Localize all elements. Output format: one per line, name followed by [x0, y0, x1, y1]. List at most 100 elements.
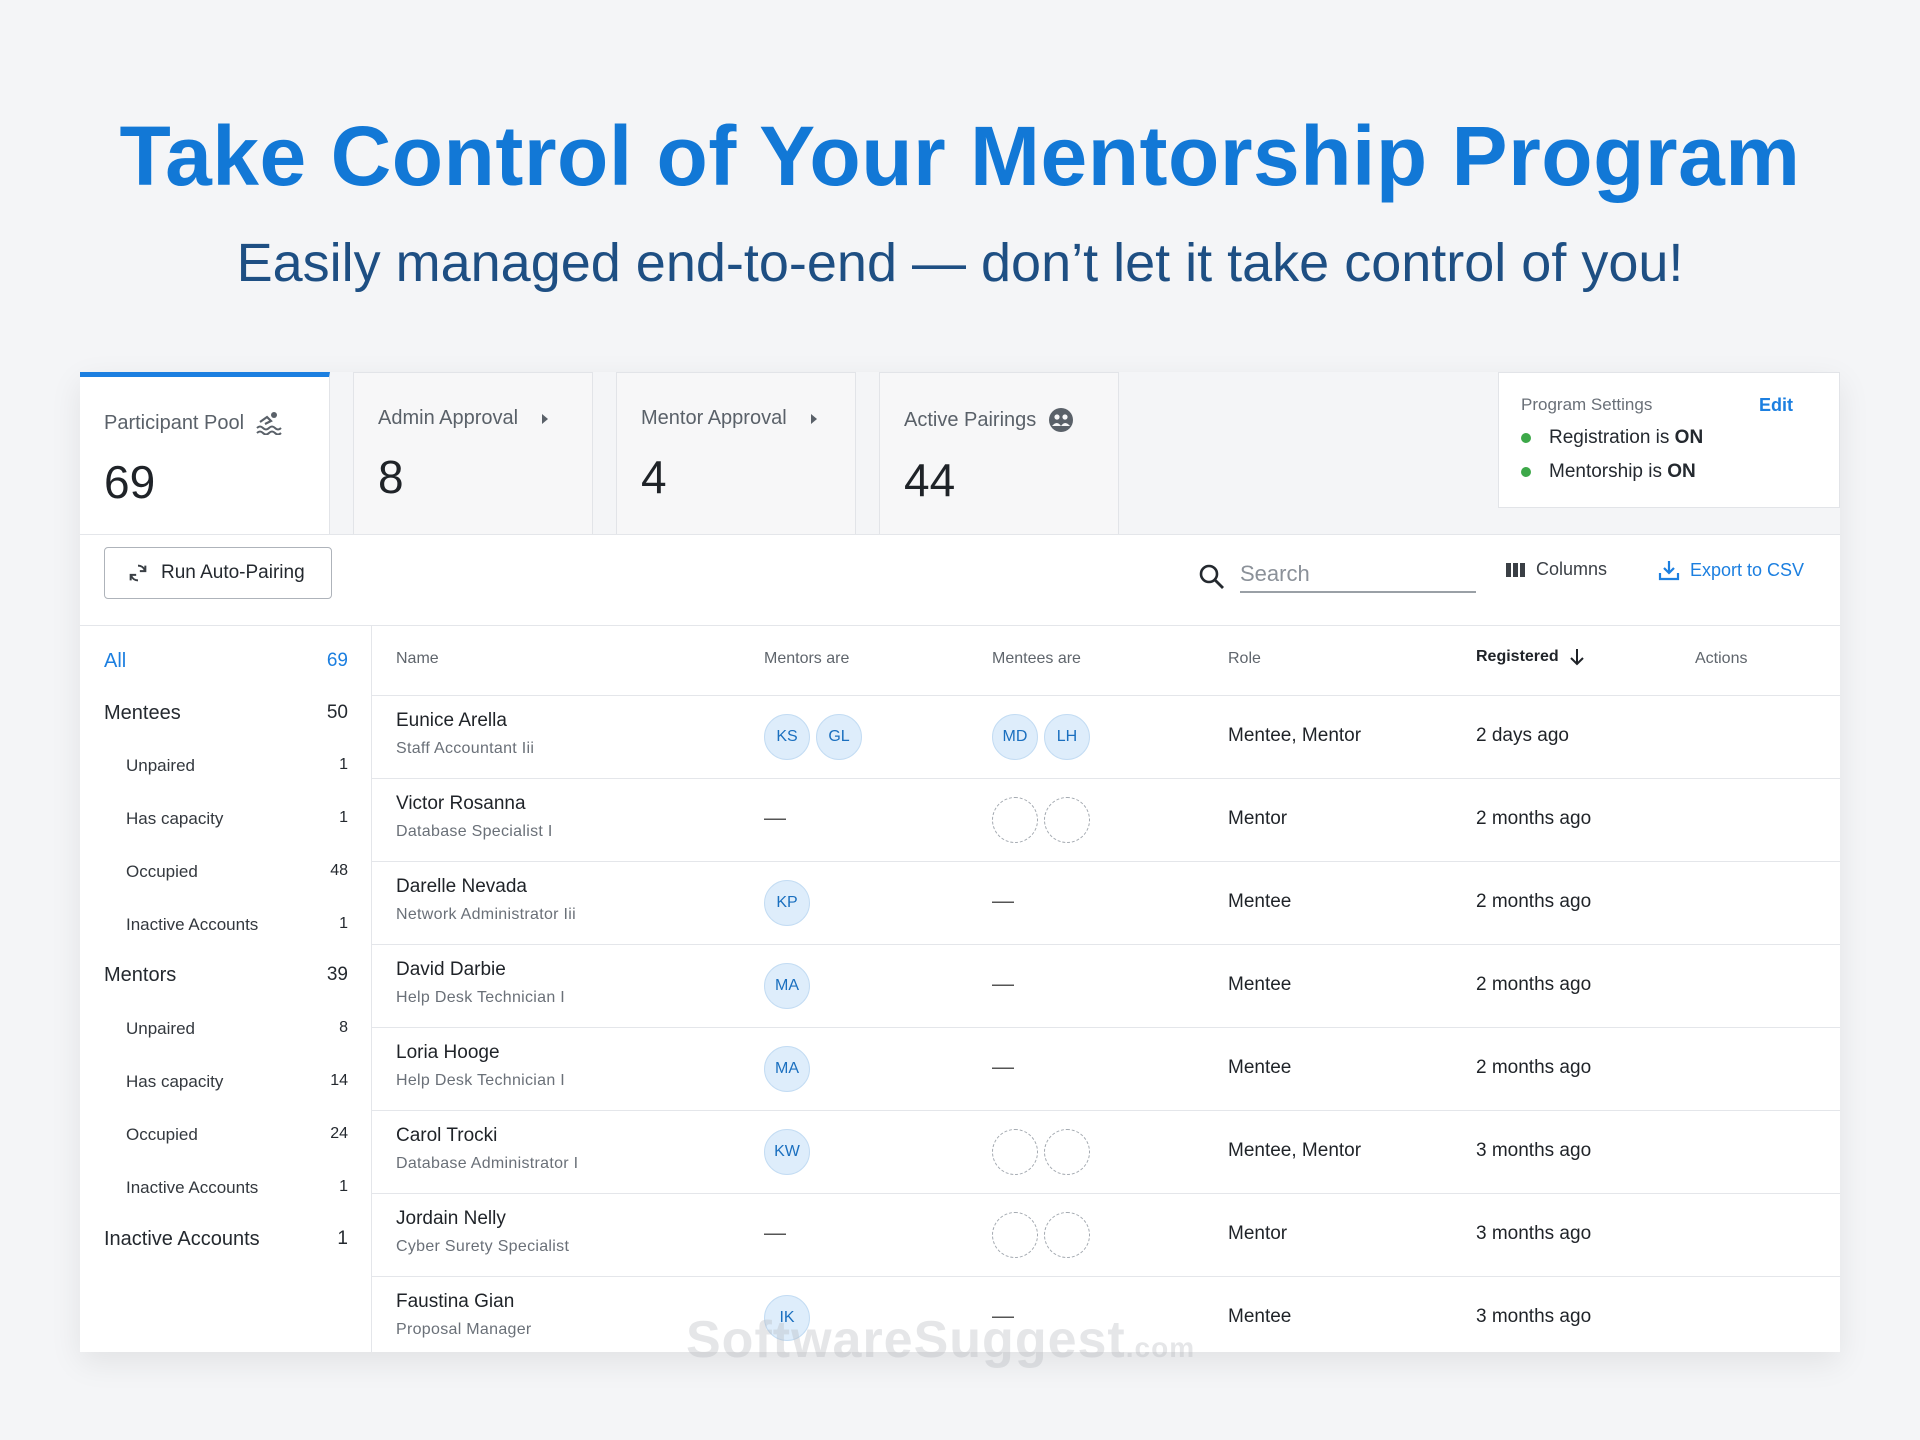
- empty-slot-placeholder[interactable]: [992, 1129, 1038, 1175]
- sidebar-item-inactive-accounts[interactable]: Inactive Accounts 1: [80, 1228, 372, 1251]
- participant-title: Database Specialist I: [396, 823, 553, 840]
- table-row[interactable]: Jordain Nelly Cyber Surety Specialist — M…: [372, 1194, 1840, 1277]
- tab-value: 4: [641, 451, 667, 503]
- tab-label: Admin Approval: [378, 407, 519, 429]
- participant-name[interactable]: Victor Rosanna: [396, 793, 553, 815]
- participant-name[interactable]: Eunice Arella: [396, 710, 534, 732]
- table-header: Name Mentors are Mentees are Role Regist…: [372, 626, 1840, 696]
- sidebar-item-mentees-inactive[interactable]: Inactive Accounts 1: [80, 915, 372, 935]
- download-icon: [1658, 561, 1680, 581]
- sidebar-item-count: 48: [330, 862, 348, 879]
- table-row[interactable]: Victor Rosanna Database Specialist I — Me…: [372, 779, 1840, 862]
- avatar[interactable]: GL: [816, 714, 862, 760]
- avatar[interactable]: KW: [764, 1129, 810, 1175]
- sidebar-item-count: 24: [330, 1125, 348, 1142]
- participant-title: Help Desk Technician I: [396, 1072, 566, 1089]
- participant-title: Help Desk Technician I: [396, 989, 566, 1006]
- search-input[interactable]: [1240, 557, 1476, 593]
- table-row[interactable]: David Darbie Help Desk Technician I MA — …: [372, 945, 1840, 1028]
- empty-dash: —: [992, 971, 1014, 996]
- table-row[interactable]: Carol Trocki Database Administrator I KW …: [372, 1111, 1840, 1194]
- role-cell: Mentor: [1228, 808, 1288, 829]
- participant-name[interactable]: David Darbie: [396, 959, 565, 981]
- mentors-cell: MA: [764, 1046, 810, 1092]
- column-header-mentors[interactable]: Mentors are: [764, 650, 849, 668]
- tab-label: Active Pairings: [904, 408, 1037, 431]
- sidebar-item-label: Inactive Accounts: [126, 1178, 259, 1197]
- columns-button[interactable]: Columns: [1506, 559, 1607, 580]
- avatar[interactable]: MD: [992, 714, 1038, 760]
- mentorship-status: Mentorship is ON: [1521, 461, 1817, 483]
- setting-label: Registration is: [1549, 427, 1675, 448]
- sidebar-item-mentees-has-capacity[interactable]: Has capacity 1: [80, 809, 372, 829]
- empty-slot-placeholder[interactable]: [1044, 1212, 1090, 1258]
- mentors-cell: MA: [764, 963, 810, 1009]
- tab-value: 69: [104, 456, 156, 508]
- column-header-label: Registered: [1476, 648, 1559, 665]
- avatar[interactable]: LH: [1044, 714, 1090, 760]
- table-row[interactable]: Darelle Nevada Network Administrator Iii …: [372, 862, 1840, 945]
- search-icon: [1199, 564, 1224, 589]
- column-header-mentees[interactable]: Mentees are: [992, 650, 1081, 668]
- empty-slot-placeholder[interactable]: [992, 1212, 1038, 1258]
- filter-sidebar: All 69 Mentees 50 Unpaired 1 Has capacity 1 …: [80, 626, 372, 1352]
- export-csv-button[interactable]: Export to CSV: [1658, 559, 1804, 581]
- mentees-cell: [992, 1212, 1090, 1258]
- setting-state: ON: [1674, 427, 1704, 448]
- sidebar-item-mentees-occupied[interactable]: Occupied 48: [80, 862, 372, 882]
- participant-name[interactable]: Darelle Nevada: [396, 876, 576, 898]
- avatar[interactable]: MA: [764, 1046, 810, 1092]
- sidebar-item-label: Mentors: [104, 964, 177, 986]
- settings-edit-link[interactable]: Edit: [1759, 395, 1793, 416]
- tab-participant-pool[interactable]: Participant Pool 69: [80, 372, 330, 534]
- sidebar-item-label: Mentees: [104, 702, 181, 724]
- sidebar-item-mentees-unpaired[interactable]: Unpaired 1: [80, 756, 372, 776]
- sidebar-item-all[interactable]: All 69: [80, 650, 372, 673]
- registered-cell: 2 months ago: [1476, 891, 1592, 912]
- program-settings-card: Program Settings Edit Registration is ON…: [1498, 372, 1840, 508]
- sidebar-item-mentors-unpaired[interactable]: Unpaired 8: [80, 1019, 372, 1039]
- sidebar-item-mentors-has-capacity[interactable]: Has capacity 14: [80, 1072, 372, 1092]
- run-auto-pairing-button[interactable]: Run Auto-Pairing: [104, 547, 332, 599]
- sidebar-item-mentors-inactive[interactable]: Inactive Accounts 1: [80, 1178, 372, 1198]
- sidebar-item-count: 50: [326, 702, 348, 723]
- participant-title: Proposal Manager: [396, 1321, 532, 1338]
- empty-slot-placeholder[interactable]: [992, 797, 1038, 843]
- sidebar-item-mentors[interactable]: Mentors 39: [80, 964, 372, 987]
- table-row[interactable]: Loria Hooge Help Desk Technician I MA — M…: [372, 1028, 1840, 1111]
- sidebar-item-count: 1: [337, 1228, 348, 1249]
- participant-name[interactable]: Jordain Nelly: [396, 1208, 569, 1230]
- table-row[interactable]: Eunice Arella Staff Accountant Iii KS GL …: [372, 696, 1840, 779]
- sidebar-item-count: 1: [339, 809, 348, 826]
- participant-name[interactable]: Carol Trocki: [396, 1125, 578, 1147]
- sidebar-item-label: All: [104, 650, 127, 672]
- sidebar-item-mentees[interactable]: Mentees 50: [80, 702, 372, 725]
- mentors-cell: KP: [764, 880, 810, 926]
- tab-value: 8: [378, 451, 404, 503]
- avatar[interactable]: KP: [764, 880, 810, 926]
- avatar[interactable]: MA: [764, 963, 810, 1009]
- column-header-registered[interactable]: Registered: [1476, 648, 1585, 666]
- sidebar-item-count: 69: [326, 650, 348, 671]
- tab-active-pairings[interactable]: Active Pairings 44: [879, 372, 1119, 534]
- watermark-suffix: .com: [1125, 1332, 1196, 1363]
- sidebar-item-count: 8: [339, 1019, 348, 1036]
- empty-slot-placeholder[interactable]: [1044, 797, 1090, 843]
- column-header-role[interactable]: Role: [1228, 650, 1261, 668]
- role-cell: Mentor: [1228, 1223, 1288, 1244]
- swimmer-icon: [256, 412, 282, 435]
- role-cell: Mentee, Mentor: [1228, 725, 1362, 746]
- button-label: Columns: [1536, 559, 1608, 579]
- avatar[interactable]: KS: [764, 714, 810, 760]
- status-dot-icon: [1521, 433, 1531, 443]
- sidebar-item-mentors-occupied[interactable]: Occupied 24: [80, 1125, 372, 1145]
- column-header-name[interactable]: Name: [396, 650, 439, 668]
- setting-label: Mentorship is: [1549, 461, 1668, 482]
- empty-slot-placeholder[interactable]: [1044, 1129, 1090, 1175]
- participant-title: Network Administrator Iii: [396, 906, 576, 923]
- role-cell: Mentee: [1228, 891, 1292, 912]
- tab-mentor-approval[interactable]: Mentor Approval 4: [616, 372, 856, 534]
- participant-name[interactable]: Loria Hooge: [396, 1042, 565, 1064]
- tab-admin-approval[interactable]: Admin Approval 8: [353, 372, 593, 534]
- participant-name[interactable]: Faustina Gian: [396, 1291, 532, 1313]
